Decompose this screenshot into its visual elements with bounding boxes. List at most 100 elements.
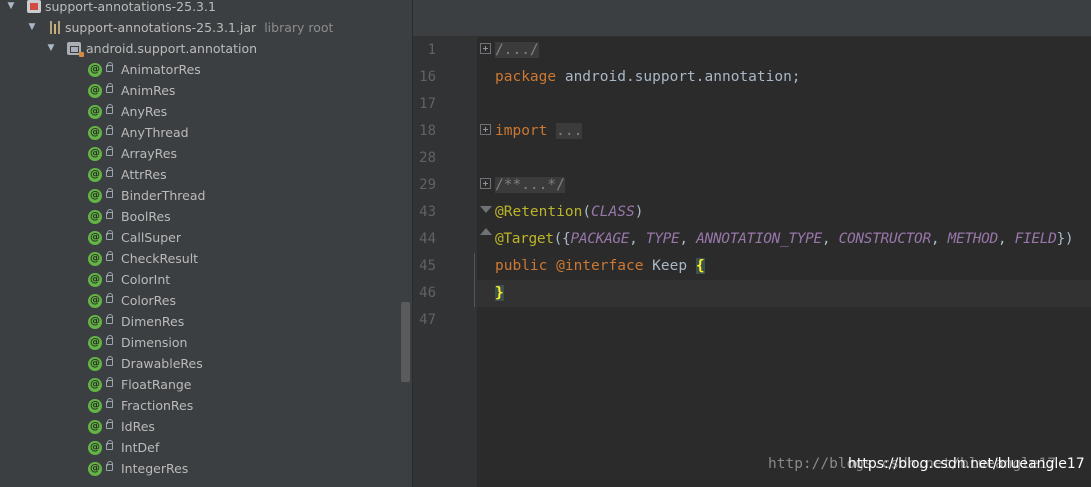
code-line-45[interactable]: public @interface Keep { xyxy=(495,253,705,280)
tree-item-label: IntegerRes xyxy=(121,461,189,476)
line-number: 1 xyxy=(427,42,436,58)
arg-separator: , xyxy=(997,231,1015,247)
tree-item-label: AnyThread xyxy=(121,125,189,140)
annotation-type-icon: @ xyxy=(88,336,102,350)
watermark-faint-prefix: http://b xyxy=(768,456,838,472)
jar-label: support-annotations-25.3.1.jar xyxy=(65,20,257,35)
tree-item-label: ColorInt xyxy=(121,272,171,287)
tree-item-label: AnyRes xyxy=(121,104,168,119)
lock-icon xyxy=(106,62,113,72)
code-line-18[interactable]: import ... xyxy=(495,118,583,145)
lock-icon xyxy=(106,188,113,198)
matched-open-brace: { xyxy=(695,258,705,274)
lock-icon xyxy=(106,440,113,450)
expand-arrow-icon[interactable]: ▼ xyxy=(46,38,56,59)
lock-icon xyxy=(106,167,113,177)
tree-item-label: FractionRes xyxy=(121,398,194,413)
module-icon xyxy=(27,0,41,13)
jar-label-group: support-annotations-25.3.1.jar library ro… xyxy=(65,17,333,38)
arg-separator: , xyxy=(821,231,839,247)
lock-icon xyxy=(106,293,113,303)
project-tree-panel: ▼ support-annotations-25.3.1 ▼ support-a… xyxy=(0,0,412,487)
fold-expand-icon[interactable] xyxy=(480,178,491,189)
target-arg: ANNOTATION_TYPE xyxy=(696,231,822,247)
annotation-type-icon: @ xyxy=(88,63,102,77)
tree-item-label: IdRes xyxy=(121,419,155,434)
caret-row-highlight xyxy=(477,280,1091,307)
annotation-type-icon: @ xyxy=(88,399,102,413)
tree-item-annotation[interactable]: @ AnyRes xyxy=(0,101,412,122)
tree-node-module[interactable]: ▼ support-annotations-25.3.1 xyxy=(0,0,412,17)
target-arg: PACKAGE xyxy=(570,231,630,247)
folded-imports[interactable]: ... xyxy=(556,123,583,139)
line-number: 45 xyxy=(419,258,436,274)
line-number: 17 xyxy=(419,96,436,112)
arg-separator: , xyxy=(679,231,697,247)
folded-license-comment[interactable]: /.../ xyxy=(495,42,539,58)
tree-item-annotation[interactable]: @ AnyThread xyxy=(0,122,412,143)
annotation-type-icon: @ xyxy=(88,357,102,371)
annotation-type-icon: @ xyxy=(88,462,102,476)
tree-item-annotation[interactable]: @ DimenRes xyxy=(0,311,412,332)
tree-item-annotation[interactable]: @ FloatRange xyxy=(0,374,412,395)
code-line-16[interactable]: package android.support.annotation; xyxy=(495,64,801,91)
lock-icon xyxy=(106,125,113,135)
retention-arg: CLASS xyxy=(591,204,635,220)
tree-node-package[interactable]: ▼ android.support.annotation xyxy=(0,38,412,59)
tree-item-annotation[interactable]: @ ColorRes xyxy=(0,290,412,311)
brace-close: }) xyxy=(1056,231,1074,247)
fold-end-icon[interactable] xyxy=(480,228,492,235)
annotation-type-icon: @ xyxy=(88,294,102,308)
fold-expand-icon[interactable] xyxy=(480,43,491,54)
tree-item-annotation[interactable]: @ ArrayRes xyxy=(0,143,412,164)
tree-item-annotation[interactable]: @ AnimatorRes xyxy=(0,59,412,80)
tree-item-annotation[interactable]: @ Dimension xyxy=(0,332,412,353)
tree-item-label: AnimRes xyxy=(121,83,176,98)
tree-item-annotation[interactable]: @ AnimRes xyxy=(0,80,412,101)
tree-item-label: BoolRes xyxy=(121,209,171,224)
library-root-note: library root xyxy=(264,20,334,35)
package-keyword: package xyxy=(495,69,557,85)
tree-item-annotation[interactable]: @ IntegerRes xyxy=(0,458,412,479)
tree-item-annotation[interactable]: @ CallSuper xyxy=(0,227,412,248)
watermark-url: https://blog.csdn.net/blueangle17 xyxy=(848,456,1085,472)
line-number: 47 xyxy=(419,312,436,328)
lock-icon xyxy=(106,314,113,324)
code-line-44[interactable]: @Target({PACKAGE, TYPE, ANNOTATION_TYPE,… xyxy=(495,226,1074,253)
code-line-29[interactable]: /**...*/ xyxy=(495,172,565,199)
tree-node-jar[interactable]: ▼ support-annotations-25.3.1.jar library … xyxy=(0,17,412,38)
tree-item-label: DrawableRes xyxy=(121,356,203,371)
watermark: http://blogs.csdn.net/blueangle17 https:… xyxy=(768,456,1085,472)
fold-expand-icon[interactable] xyxy=(480,124,491,135)
tree-item-annotation[interactable]: @ FractionRes xyxy=(0,395,412,416)
tree-item-annotation[interactable]: @ IntDef xyxy=(0,437,412,458)
annotation-type-icon: @ xyxy=(88,231,102,245)
expand-arrow-icon[interactable]: ▼ xyxy=(27,17,37,38)
tree-item-label: BinderThread xyxy=(121,188,206,203)
tree-item-annotation[interactable]: @ BoolRes xyxy=(0,206,412,227)
tree-item-label: ArrayRes xyxy=(121,146,177,161)
lock-icon xyxy=(106,209,113,219)
tree-item-annotation[interactable]: @ ColorInt xyxy=(0,269,412,290)
tree-item-annotation[interactable]: @ BinderThread xyxy=(0,185,412,206)
retention-annotation: @Retention xyxy=(495,204,583,220)
tree-item-annotation[interactable]: @ CheckResult xyxy=(0,248,412,269)
code-line-43[interactable]: @Retention(CLASS) xyxy=(495,199,643,226)
folded-javadoc[interactable]: /**...*/ xyxy=(495,177,565,193)
tree-item-annotation[interactable]: @ DrawableRes xyxy=(0,353,412,374)
annotation-type-icon: @ xyxy=(88,210,102,224)
line-number: 29 xyxy=(419,177,436,193)
paren-open: ( xyxy=(582,204,592,220)
tree-item-label: Dimension xyxy=(121,335,188,350)
tree-item-annotation[interactable]: @ IdRes xyxy=(0,416,412,437)
annotation-type-icon: @ xyxy=(88,420,102,434)
lock-icon xyxy=(106,83,113,93)
tree-item-label: AnimatorRes xyxy=(121,62,201,77)
fold-start-icon[interactable] xyxy=(480,206,492,213)
lock-icon xyxy=(106,104,113,114)
code-line-46[interactable]: } xyxy=(495,280,504,307)
code-line-1[interactable]: /.../ xyxy=(495,37,539,64)
tree-item-label: FloatRange xyxy=(121,377,192,392)
tree-item-annotation[interactable]: @ AttrRes xyxy=(0,164,412,185)
expand-arrow-icon[interactable]: ▼ xyxy=(6,0,16,17)
